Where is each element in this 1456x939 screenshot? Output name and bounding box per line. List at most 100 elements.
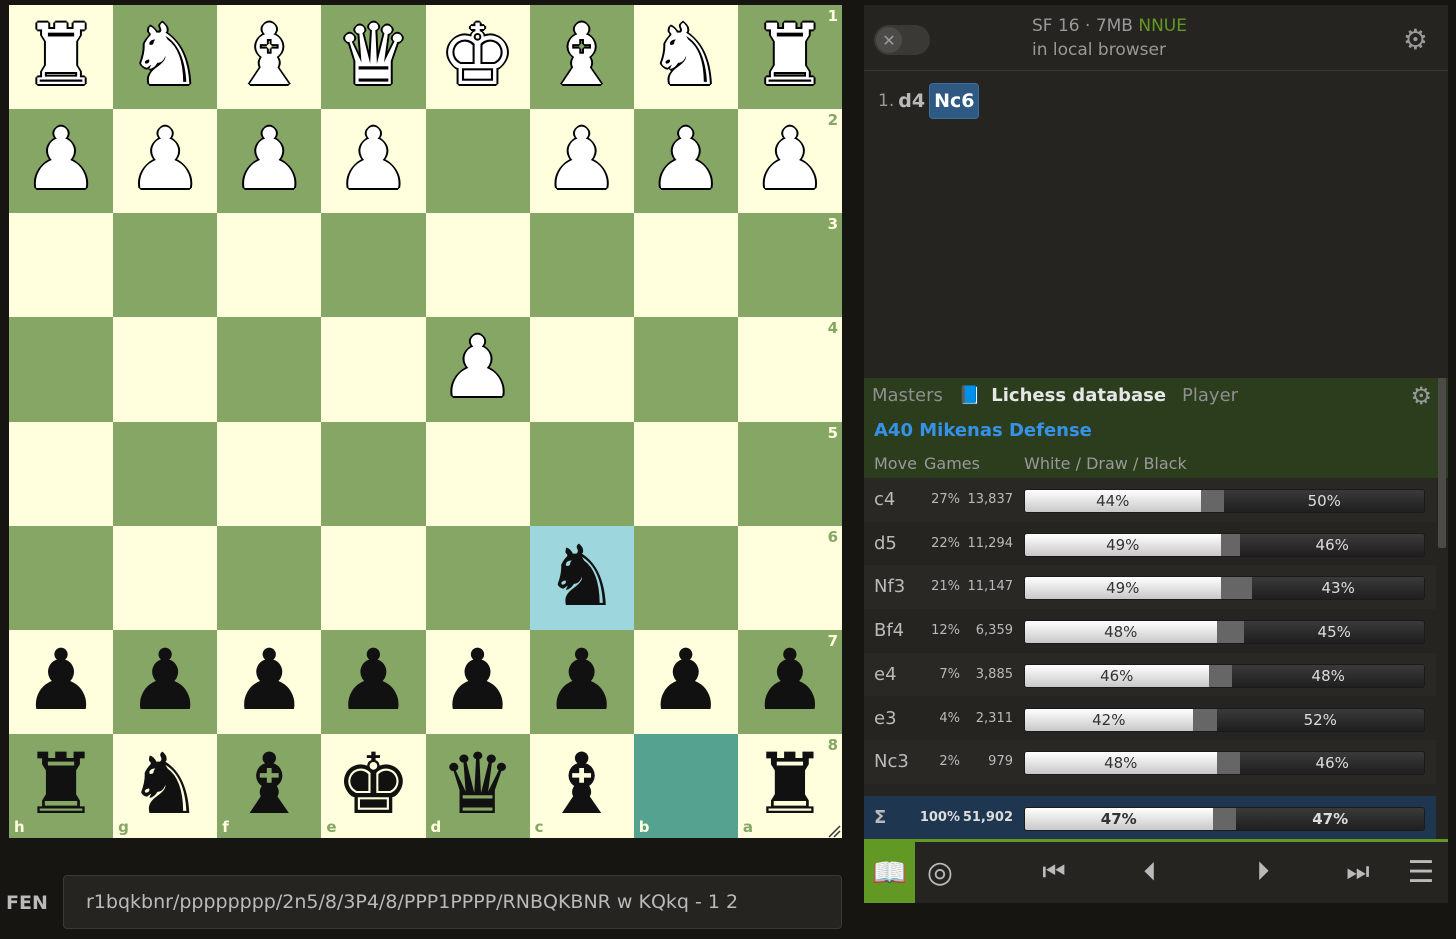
board-square[interactable]: ♟ — [9, 629, 114, 734]
white-piece-icon[interactable]: ♝ — [544, 13, 619, 97]
explorer-row[interactable]: Nf3 21% 11,147 49% 43% — [864, 565, 1436, 609]
board-square[interactable]: ♟ — [321, 629, 426, 734]
board-square[interactable]: ♝ f — [217, 733, 322, 838]
board-square[interactable] — [321, 213, 426, 318]
black-piece-icon[interactable]: ♟ — [128, 638, 203, 722]
board-square[interactable]: ♝ — [529, 5, 634, 110]
tab-masters[interactable]: Masters — [864, 385, 951, 406]
board-square[interactable] — [633, 421, 738, 526]
board-square[interactable] — [633, 317, 738, 422]
board-square[interactable] — [113, 421, 218, 526]
explorer-row[interactable]: Nc3 2% 979 48% 46% — [864, 740, 1436, 784]
board-square[interactable]: ♚ — [425, 5, 530, 110]
board-square[interactable]: ♟ — [425, 317, 530, 422]
board-square[interactable] — [113, 525, 218, 630]
board-square[interactable] — [529, 421, 634, 526]
board-square[interactable] — [217, 213, 322, 318]
board-square[interactable]: 3 — [737, 213, 842, 318]
explorer-move[interactable]: Bf4 — [874, 620, 904, 641]
practice-target-icon[interactable]: ◎ — [915, 842, 965, 903]
board-square[interactable]: ♟ — [633, 629, 738, 734]
board-square[interactable]: ♟ — [425, 629, 530, 734]
board-square[interactable] — [217, 421, 322, 526]
board-square[interactable]: ♟ — [113, 109, 218, 214]
board-square[interactable] — [425, 213, 530, 318]
white-piece-icon[interactable]: ♜ — [752, 13, 827, 97]
black-piece-icon[interactable]: ♟ — [648, 638, 723, 722]
board-square[interactable] — [217, 317, 322, 422]
board-square[interactable]: ♟ — [529, 109, 634, 214]
black-piece-icon[interactable]: ♝ — [544, 742, 619, 826]
white-piece-icon[interactable]: ♟ — [128, 117, 203, 201]
first-move-icon[interactable]: ⏮ — [1029, 842, 1079, 903]
move-black-active[interactable]: Nc6 — [929, 83, 980, 119]
board-square[interactable]: ♜ h — [9, 733, 114, 838]
black-piece-icon[interactable]: ♛ — [440, 742, 515, 826]
board-square[interactable]: 6 — [737, 525, 842, 630]
board-square[interactable]: ♛ — [321, 5, 426, 110]
explorer-move[interactable]: e3 — [874, 708, 897, 729]
board-square[interactable]: ♜ 1 — [737, 5, 842, 110]
explorer-scrollbar[interactable] — [1438, 378, 1446, 548]
explorer-move[interactable]: d5 — [874, 533, 897, 554]
white-piece-icon[interactable]: ♟ — [23, 117, 98, 201]
engine-settings-gear-icon[interactable]: ⚙ — [1403, 23, 1428, 56]
explorer-move[interactable]: e4 — [874, 664, 897, 685]
board-square[interactable] — [9, 317, 114, 422]
tab-lichess-database[interactable]: 📘 Lichess database — [951, 385, 1174, 406]
board-square[interactable] — [529, 317, 634, 422]
board-square[interactable]: ♟ — [633, 109, 738, 214]
board-square[interactable] — [321, 525, 426, 630]
board-square[interactable]: ♞ — [113, 5, 218, 110]
black-piece-icon[interactable]: ♟ — [752, 638, 827, 722]
board-square[interactable] — [425, 421, 530, 526]
board-square[interactable]: ♛ d — [425, 733, 530, 838]
white-piece-icon[interactable]: ♞ — [128, 13, 203, 97]
board-square[interactable] — [633, 213, 738, 318]
black-piece-icon[interactable]: ♞ — [128, 742, 203, 826]
board-square[interactable]: b — [633, 733, 738, 838]
board-square[interactable]: ♞ — [529, 525, 634, 630]
board-square[interactable] — [113, 213, 218, 318]
board-square[interactable]: 5 — [737, 421, 842, 526]
board-square[interactable] — [529, 213, 634, 318]
board-square[interactable]: ♟ 2 — [737, 109, 842, 214]
white-piece-icon[interactable]: ♟ — [544, 117, 619, 201]
white-piece-icon[interactable]: ♟ — [336, 117, 411, 201]
white-piece-icon[interactable]: ♟ — [752, 117, 827, 201]
opening-name[interactable]: A40 Mikenas Defense — [864, 413, 1448, 448]
board-resize-handle[interactable] — [827, 823, 841, 838]
white-piece-icon[interactable]: ♟ — [440, 325, 515, 409]
explorer-settings-gear-icon[interactable]: ⚙ — [1410, 382, 1432, 410]
explorer-move[interactable]: Nf3 — [874, 576, 905, 597]
board-square[interactable] — [113, 317, 218, 422]
board-square[interactable]: ♟ — [9, 109, 114, 214]
tab-player[interactable]: Player — [1174, 385, 1246, 406]
black-piece-icon[interactable]: ♜ — [23, 742, 98, 826]
board-square[interactable] — [425, 525, 530, 630]
board-square[interactable]: ♟ — [113, 629, 218, 734]
board-square[interactable] — [633, 525, 738, 630]
board-square[interactable] — [217, 525, 322, 630]
move-white[interactable]: d4 — [898, 90, 925, 112]
black-piece-icon[interactable]: ♝ — [232, 742, 307, 826]
previous-move-icon[interactable]: ⏴ — [1125, 842, 1175, 903]
menu-icon[interactable]: ☰ — [1396, 842, 1446, 903]
board-square[interactable] — [321, 421, 426, 526]
black-piece-icon[interactable]: ♚ — [336, 742, 411, 826]
white-piece-icon[interactable]: ♝ — [232, 13, 307, 97]
board-square[interactable]: ♟ — [529, 629, 634, 734]
board-square[interactable]: ♟ — [321, 109, 426, 214]
explorer-row[interactable]: e4 7% 3,885 46% 48% — [864, 652, 1436, 697]
explorer-move[interactable]: c4 — [874, 489, 895, 510]
board-square[interactable] — [9, 213, 114, 318]
board-square[interactable]: ♟ — [217, 109, 322, 214]
black-piece-icon[interactable]: ♞ — [544, 534, 619, 618]
explorer-move[interactable]: Nc3 — [874, 751, 909, 772]
black-piece-icon[interactable]: ♟ — [232, 638, 307, 722]
black-piece-icon[interactable]: ♟ — [336, 638, 411, 722]
white-piece-icon[interactable]: ♜ — [23, 13, 98, 97]
board-square[interactable] — [9, 421, 114, 526]
engine-toggle[interactable]: ✕ — [874, 25, 930, 55]
white-piece-icon[interactable]: ♚ — [440, 13, 515, 97]
